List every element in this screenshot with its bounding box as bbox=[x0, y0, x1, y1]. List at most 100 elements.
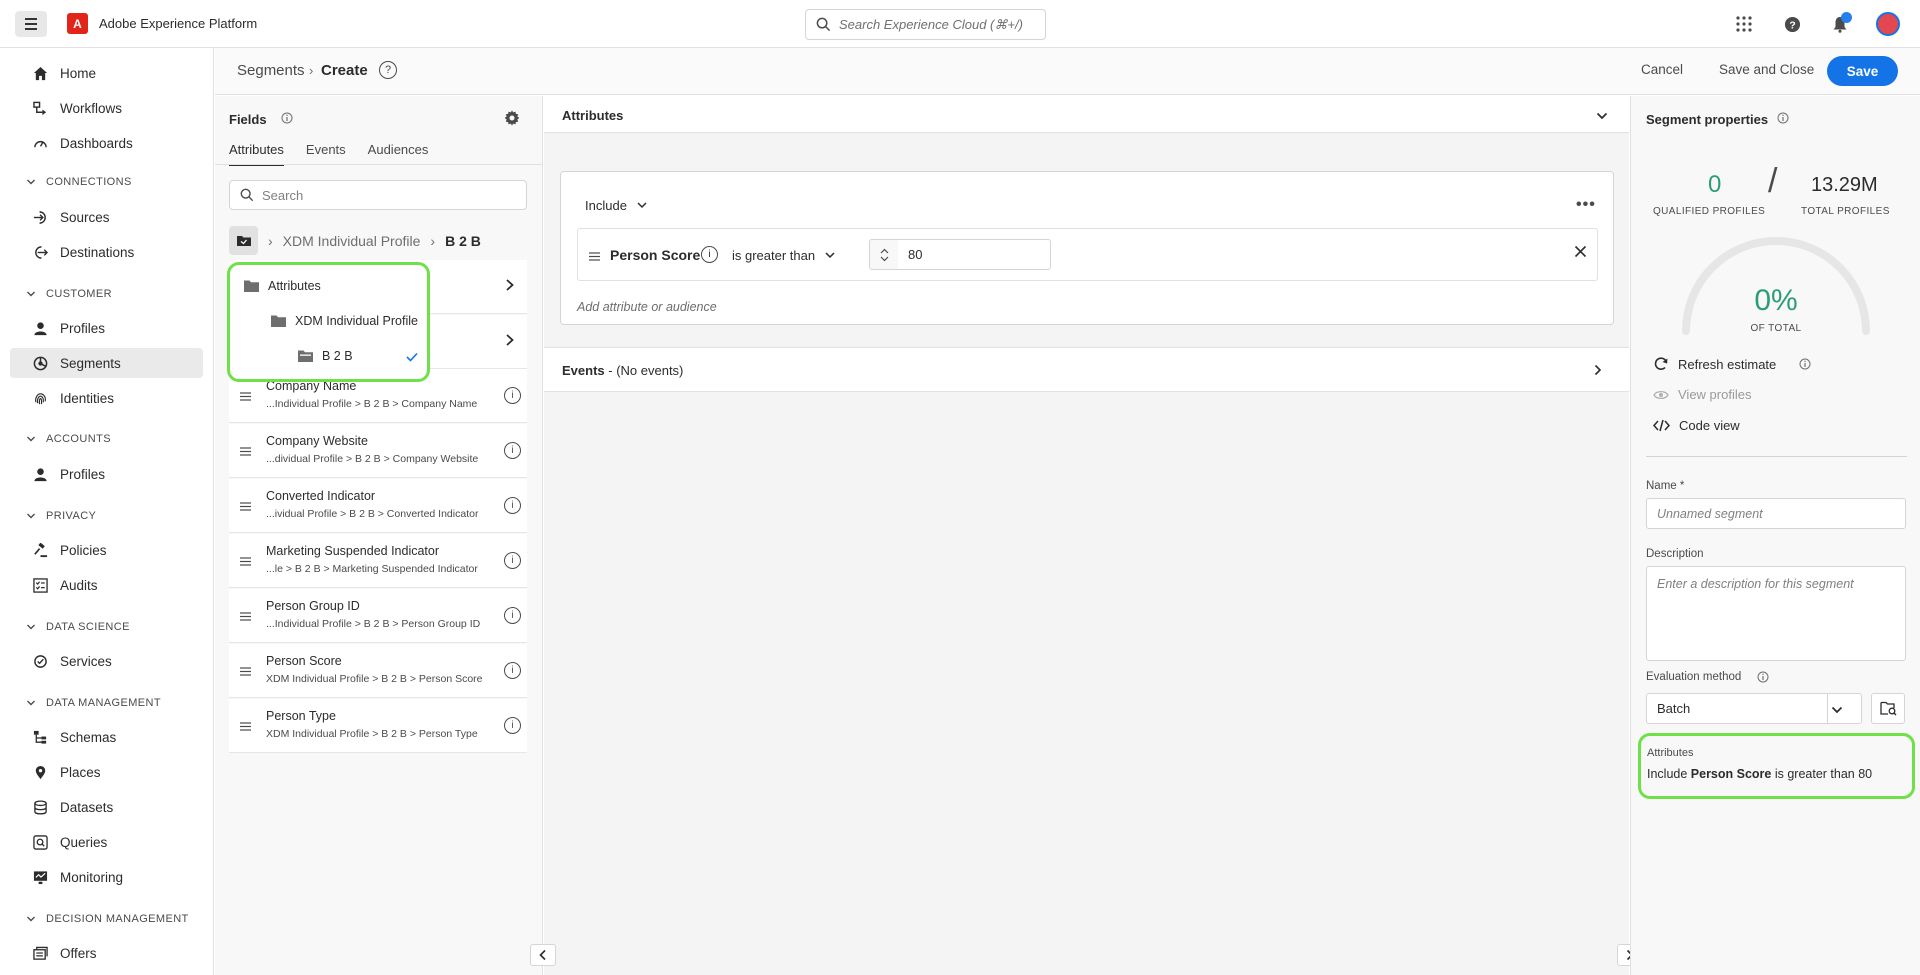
tree-item-xdm-profile[interactable]: XDM Individual Profile bbox=[270, 314, 418, 328]
info-icon[interactable]: i bbox=[504, 662, 521, 679]
drag-handle-icon[interactable] bbox=[240, 499, 251, 514]
close-icon[interactable] bbox=[1574, 245, 1587, 261]
info-icon[interactable]: i bbox=[504, 552, 521, 569]
nav-home[interactable]: Home bbox=[10, 58, 203, 88]
help-circle-icon[interactable]: ? bbox=[379, 61, 397, 79]
drag-handle-icon[interactable] bbox=[240, 444, 251, 459]
nav-audits[interactable]: Audits bbox=[10, 570, 203, 600]
tab-attributes[interactable]: Attributes bbox=[229, 142, 284, 166]
nav-section-data-management[interactable]: DATA MANAGEMENT bbox=[26, 697, 161, 709]
info-icon[interactable]: i bbox=[701, 246, 718, 263]
apps-grid-icon[interactable] bbox=[1730, 10, 1758, 38]
nav-customer-profiles[interactable]: Profiles bbox=[10, 313, 203, 343]
condition-attribute[interactable]: Person Score bbox=[610, 247, 700, 263]
events-section-header[interactable]: Events - (No events) bbox=[544, 347, 1629, 392]
cancel-button[interactable]: Cancel bbox=[1641, 62, 1683, 77]
tree-item-b2b[interactable]: B 2 B bbox=[297, 349, 353, 363]
code-view-button[interactable]: Code view bbox=[1653, 418, 1740, 433]
attributes-section-header[interactable]: Attributes bbox=[544, 96, 1629, 133]
stepper-up-icon[interactable] bbox=[880, 248, 889, 254]
global-search[interactable] bbox=[805, 9, 1046, 40]
condition-value-input[interactable] bbox=[898, 239, 1051, 270]
nav-workflows[interactable]: Workflows bbox=[10, 93, 203, 123]
menu-icon[interactable] bbox=[15, 11, 47, 37]
nav-dashboards[interactable]: Dashboards bbox=[10, 128, 203, 158]
nav-section-data-science[interactable]: DATA SCIENCE bbox=[26, 621, 130, 633]
nav-monitoring[interactable]: Monitoring bbox=[10, 862, 203, 892]
collapse-left-panel-button[interactable] bbox=[530, 944, 556, 966]
field-row-company-website[interactable]: Company Website ...dividual Profile > B … bbox=[229, 424, 527, 478]
chevron-right-icon[interactable] bbox=[1594, 364, 1602, 379]
nav-section-connections[interactable]: CONNECTIONS bbox=[26, 176, 132, 188]
field-path-profile[interactable]: XDM Individual Profile bbox=[283, 233, 421, 249]
app-title[interactable]: Adobe Experience Platform bbox=[99, 16, 257, 31]
drag-handle-icon[interactable] bbox=[240, 719, 251, 734]
info-icon[interactable]: i bbox=[504, 497, 521, 514]
evaluation-method-select[interactable]: Batch bbox=[1646, 693, 1862, 724]
field-row-person-type[interactable]: Person Type XDM Individual Profile > B 2… bbox=[229, 699, 527, 753]
nav-destinations[interactable]: Destinations bbox=[10, 237, 203, 267]
field-name: Marketing Suspended Indicator bbox=[266, 544, 440, 558]
info-icon[interactable] bbox=[1799, 358, 1811, 370]
nav-account-profiles[interactable]: Profiles bbox=[10, 459, 203, 489]
evaluation-info-button[interactable] bbox=[1871, 693, 1905, 724]
user-avatar[interactable] bbox=[1874, 10, 1902, 38]
value-stepper[interactable] bbox=[869, 239, 899, 270]
nav-datasets[interactable]: Datasets bbox=[10, 792, 203, 822]
field-row-person-group-id[interactable]: Person Group ID ...Individual Profile > … bbox=[229, 589, 527, 643]
info-icon[interactable]: i bbox=[504, 607, 521, 624]
nav-section-privacy[interactable]: PRIVACY bbox=[26, 510, 96, 522]
drag-handle-icon[interactable] bbox=[589, 249, 600, 264]
stepper-down-icon[interactable] bbox=[880, 256, 889, 262]
nav-places[interactable]: Places bbox=[10, 757, 203, 787]
view-profiles-button[interactable]: View profiles bbox=[1653, 387, 1751, 402]
nav-schemas[interactable]: Schemas bbox=[10, 722, 203, 752]
save-and-close-button[interactable]: Save and Close bbox=[1719, 62, 1814, 77]
info-icon[interactable] bbox=[1757, 671, 1769, 686]
gear-icon[interactable] bbox=[504, 110, 520, 129]
tab-events[interactable]: Events bbox=[306, 142, 346, 166]
tree-item-attributes[interactable]: Attributes bbox=[243, 279, 321, 293]
drag-handle-icon[interactable] bbox=[240, 609, 251, 624]
fields-search[interactable] bbox=[229, 180, 527, 210]
nav-section-accounts[interactable]: ACCOUNTS bbox=[26, 433, 111, 445]
segment-name-input[interactable] bbox=[1646, 498, 1906, 529]
nav-sources[interactable]: Sources bbox=[10, 202, 203, 232]
chevron-right-icon bbox=[505, 333, 515, 350]
nav-services[interactable]: Services bbox=[10, 646, 203, 676]
info-icon[interactable]: i bbox=[504, 387, 521, 404]
help-icon[interactable]: ? bbox=[1778, 10, 1806, 38]
tab-audiences[interactable]: Audiences bbox=[368, 142, 429, 166]
nav-queries[interactable]: Queries bbox=[10, 827, 203, 857]
more-options-icon[interactable]: ••• bbox=[1576, 196, 1596, 214]
info-icon[interactable]: i bbox=[504, 442, 521, 459]
field-row-marketing-suspended[interactable]: Marketing Suspended Indicator ...le > B … bbox=[229, 534, 527, 588]
adobe-logo[interactable]: A bbox=[67, 13, 88, 34]
drag-handle-icon[interactable] bbox=[240, 389, 251, 404]
nav-offers[interactable]: Offers bbox=[10, 938, 203, 968]
field-row-converted-indicator[interactable]: Converted Indicator ...ividual Profile >… bbox=[229, 479, 527, 533]
chevron-down-icon[interactable] bbox=[1596, 108, 1608, 123]
folder-browse-icon[interactable] bbox=[229, 226, 258, 255]
global-search-input[interactable] bbox=[839, 17, 1029, 32]
operator-dropdown[interactable]: is greater than bbox=[732, 248, 835, 263]
notifications-icon[interactable] bbox=[1826, 10, 1854, 38]
refresh-estimate-button[interactable]: Refresh estimate bbox=[1653, 356, 1811, 372]
info-icon[interactable] bbox=[281, 112, 293, 127]
field-row-person-score[interactable]: Person Score XDM Individual Profile > B … bbox=[229, 644, 527, 698]
nav-policies[interactable]: Policies bbox=[10, 535, 203, 565]
nav-identities[interactable]: Identities bbox=[10, 383, 203, 413]
fields-search-input[interactable] bbox=[262, 187, 438, 203]
drag-handle-icon[interactable] bbox=[240, 554, 251, 569]
nav-section-customer[interactable]: CUSTOMER bbox=[26, 288, 112, 300]
info-icon[interactable]: i bbox=[504, 717, 521, 734]
info-icon[interactable] bbox=[1777, 112, 1789, 127]
add-attribute-dropzone[interactable]: Add attribute or audience bbox=[577, 300, 717, 314]
include-dropdown[interactable]: Include bbox=[585, 198, 647, 213]
save-button[interactable]: Save bbox=[1827, 56, 1898, 86]
segment-description-input[interactable] bbox=[1646, 566, 1906, 661]
nav-segments[interactable]: Segments bbox=[10, 348, 203, 378]
drag-handle-icon[interactable] bbox=[240, 664, 251, 679]
breadcrumb-segments[interactable]: Segments bbox=[237, 62, 305, 79]
nav-section-decision-management[interactable]: DECISION MANAGEMENT bbox=[26, 913, 189, 925]
